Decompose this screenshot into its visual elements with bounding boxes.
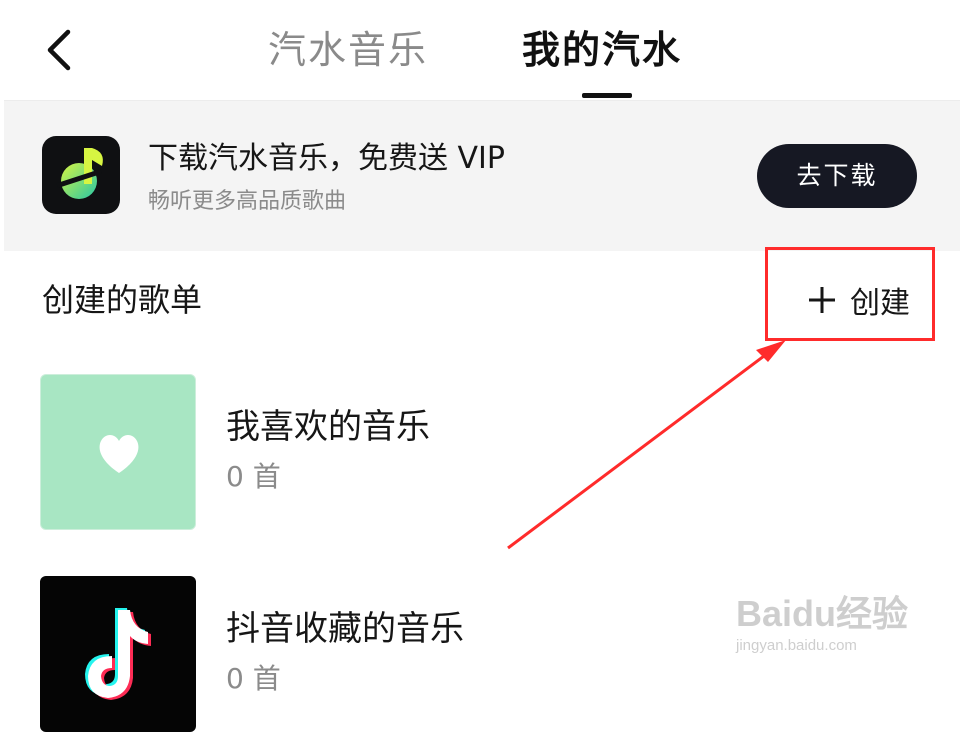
baidu-watermark: Baidu经验 jingyan.baidu.com [736,575,956,675]
watermark-brand: Baidu经验 [736,593,909,634]
watermark-url: jingyan.baidu.com [736,637,857,654]
